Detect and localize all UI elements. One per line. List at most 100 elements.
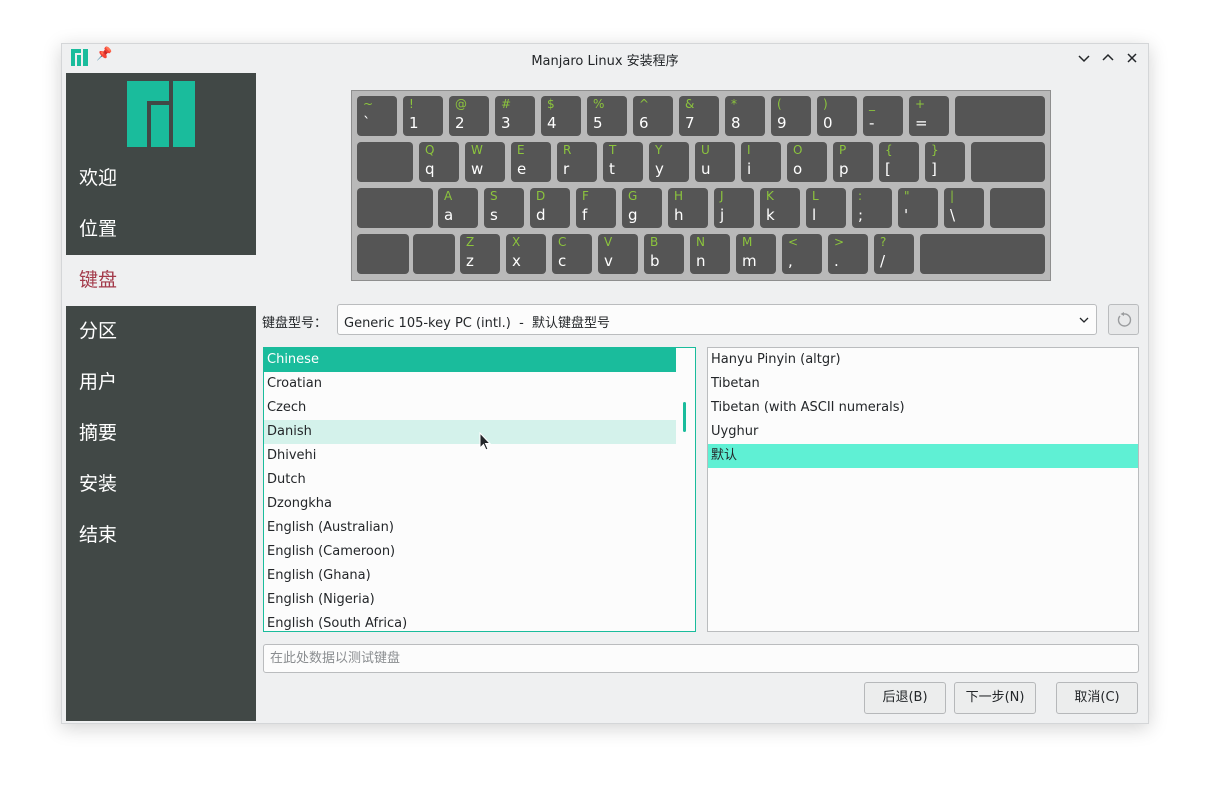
layout-list-item[interactable]: Chinese <box>264 348 676 372</box>
key-enter <box>971 142 1045 182</box>
key: | \ <box>944 188 984 228</box>
layout-list-item[interactable]: Croatian <box>264 372 676 396</box>
key: Nn <box>690 234 730 274</box>
keyboard-preview: ~ `! 1 @2 #3 $4% 5 ^ 6 & 7 * 8(9) 0 _ - + = Qq Ww Ee Rr Tt Yy Uu… <box>351 90 1051 281</box>
key-shift-label: @ <box>455 97 467 111</box>
layout-list-item[interactable]: Czech <box>264 396 676 420</box>
variant-list[interactable]: Hanyu Pinyin (altgr) Tibetan Tibetan (with… <box>707 347 1139 632</box>
variant-list-item[interactable]: Tibetan <box>708 372 1138 396</box>
layout-list-item[interactable]: Dhivehi <box>264 444 676 468</box>
installer-window: 📌 Manjaro Linux 安装程序 欢迎 位置 键盘 分区 用户 摘要 安… <box>61 43 1149 724</box>
key: Ff <box>576 188 616 228</box>
layout-list-item[interactable]: English (Cameroon) <box>264 540 676 564</box>
key-shift-label: T <box>609 143 617 157</box>
key-tab <box>357 142 413 182</box>
key-base-label: / <box>880 252 886 270</box>
close-button[interactable] <box>1122 48 1142 68</box>
key-base-label: n <box>696 252 706 270</box>
key: ) 0 <box>817 96 857 136</box>
key-shift-label: > <box>834 235 845 249</box>
key-shift-label: U <box>701 143 710 157</box>
key: * 8 <box>725 96 765 136</box>
layout-list-scrollbar[interactable] <box>683 402 686 432</box>
key-shift-label: G <box>628 189 638 203</box>
key-shift-label: C <box>558 235 567 249</box>
key-shift-label: % <box>593 97 605 111</box>
key: #3 <box>495 96 535 136</box>
key: @2 <box>449 96 489 136</box>
key-backspace <box>955 96 1045 136</box>
undo-icon <box>1117 312 1132 327</box>
key-shift-label: ! <box>409 97 414 111</box>
key: Vv <box>598 234 638 274</box>
key-shift-label: < <box>788 235 799 249</box>
key-shift-label: K <box>766 189 774 203</box>
key: Ee <box>511 142 551 182</box>
key-base-label: 8 <box>731 114 741 132</box>
key-shift-label: _ <box>869 97 875 111</box>
key: % 5 <box>587 96 627 136</box>
key-shift-label: P <box>839 143 847 157</box>
key-shift-label: Q <box>425 143 435 157</box>
key-base-label: d <box>536 206 546 224</box>
layout-list-item[interactable]: Danish <box>264 420 676 444</box>
key-base-label: u <box>701 160 711 178</box>
key-base-label: t <box>609 160 615 178</box>
layout-list-item[interactable]: English (Australian) <box>264 516 676 540</box>
layout-list[interactable]: English (South Africa) English (Nigeria) E… <box>263 347 696 632</box>
key-base-label: c <box>558 252 567 270</box>
key-base-label: 9 <box>777 114 787 132</box>
key: Zz <box>460 234 500 274</box>
key: ~ ` <box>357 96 397 136</box>
layout-list-item[interactable]: English (South Africa) <box>264 612 676 631</box>
key: $4 <box>541 96 581 136</box>
key: ? / <box>874 234 914 274</box>
layout-list-item[interactable]: Dutch <box>264 468 676 492</box>
reset-model-button[interactable] <box>1108 304 1139 335</box>
back-button[interactable]: 后退(B) <box>864 682 946 714</box>
sidebar-item-welcome: 欢迎 <box>79 167 118 189</box>
key-shift-label: X <box>512 235 521 249</box>
key-base-label: ] <box>931 160 937 178</box>
key-base-label: j <box>720 206 725 224</box>
key-shift-label: E <box>517 143 525 157</box>
chevron-down-icon <box>1078 55 1090 63</box>
keyboard-model-select[interactable]: Generic 105-key PC (intl.) - 默认键盘型号 <box>337 304 1097 335</box>
sidebar: 欢迎 位置 键盘 分区 用户 摘要 安装 结束 <box>66 73 256 721</box>
key-base-label: 5 <box>593 114 603 132</box>
key-shift-label: | <box>950 189 955 203</box>
key-base-label: h <box>674 206 684 224</box>
minimize-button[interactable] <box>1074 48 1094 68</box>
key: Aa <box>438 188 478 228</box>
sidebar-item-keyboard: 键盘 <box>66 255 256 306</box>
key-base-label: l <box>812 206 817 224</box>
sidebar-item-finish: 结束 <box>79 524 118 546</box>
layout-list-item[interactable]: English (Ghana) <box>264 564 676 588</box>
key-shift-label: V <box>604 235 613 249</box>
key-base-label: - <box>869 114 875 132</box>
variant-list-item[interactable]: 默认 <box>708 444 1138 468</box>
key-enter <box>990 188 1045 228</box>
key: Uu <box>695 142 735 182</box>
key: + = <box>909 96 949 136</box>
key-base-label: ' <box>904 206 909 224</box>
key: Xx <box>506 234 546 274</box>
variant-list-item[interactable]: Tibetan (with ASCII numerals) <box>708 396 1138 420</box>
keyboard-test-input[interactable]: 在此处数据以测试键盘 <box>263 644 1139 673</box>
maximize-button[interactable] <box>1098 48 1118 68</box>
key-base-label: 3 <box>501 114 511 132</box>
layout-list-item[interactable]: English (Nigeria) <box>264 588 676 612</box>
key-base-label: g <box>628 206 638 224</box>
variant-list-item[interactable]: Hanyu Pinyin (altgr) <box>708 348 1138 372</box>
key-shift-label: # <box>501 97 512 111</box>
next-button[interactable]: 下一步(N) <box>954 682 1036 714</box>
key: _ - <box>863 96 903 136</box>
variant-list-item[interactable]: Uyghur <box>708 420 1138 444</box>
key-base-label: ` <box>363 114 371 132</box>
key-base-label: , <box>788 252 793 270</box>
layout-list-item[interactable]: Dzongkha <box>264 492 676 516</box>
cancel-button[interactable]: 取消(C) <box>1056 682 1138 714</box>
key-base-label: 1 <box>409 114 419 132</box>
window-title: Manjaro Linux 安装程序 <box>531 54 679 69</box>
key-shift-label: : <box>858 189 863 203</box>
